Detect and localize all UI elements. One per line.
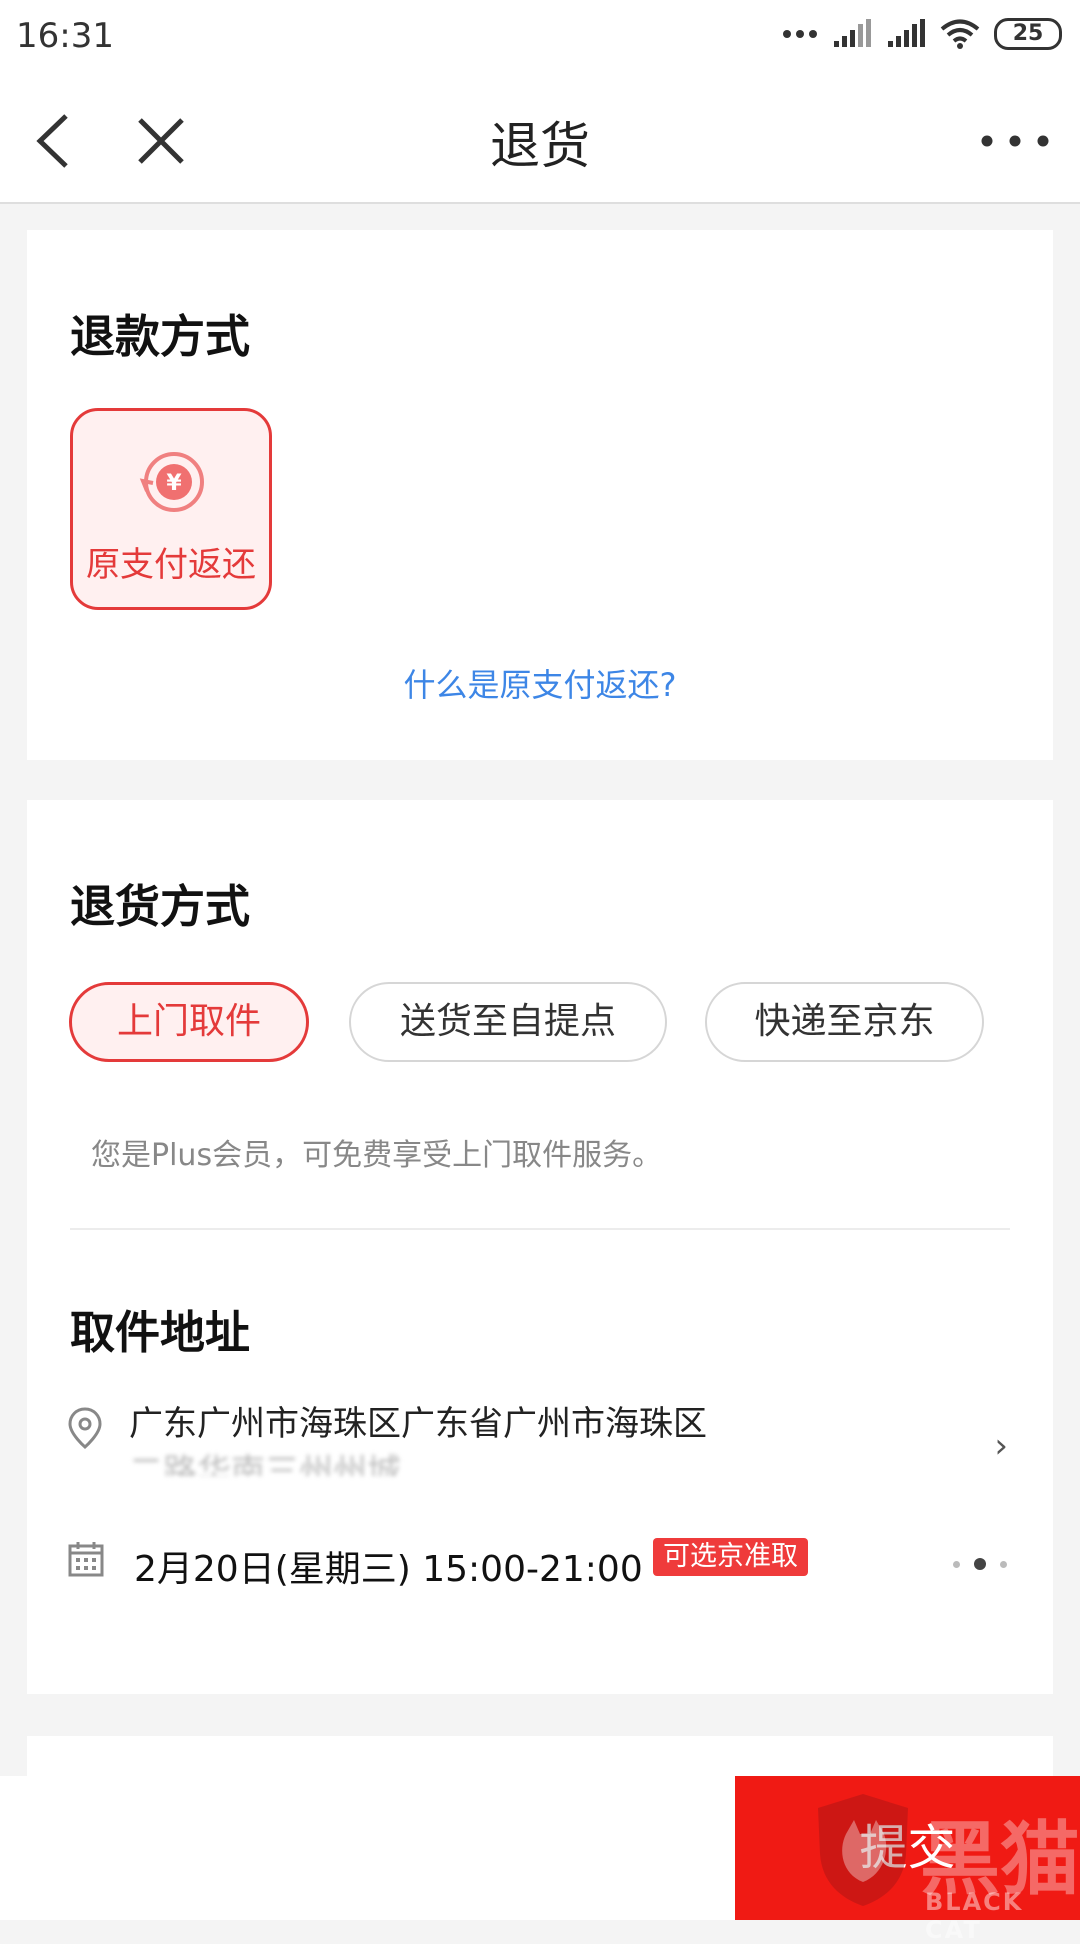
svg-text:¥: ¥ [166,471,182,496]
refund-method-card: 退款方式 ¥ 原支付返还 什么是原支付返还? [27,230,1053,760]
divider [70,1228,1010,1230]
pickup-time[interactable]: 2月20日(星期三) 15:00-21:00 [134,1540,643,1592]
return-option-home-pickup[interactable]: 上门取件 [69,982,309,1062]
refund-option-label: 原支付返还 [86,545,256,585]
battery-icon: 25 [994,18,1062,50]
return-option-pickup-point[interactable]: 送货至自提点 [349,982,667,1062]
jingzhunqu-badge: 可选京准取 [653,1538,808,1576]
refund-option-original-payment[interactable]: ¥ 原支付返还 [70,408,272,610]
pagination-dot [1000,1560,1007,1568]
yuan-refund-icon: ¥ [139,452,204,512]
more-dots-icon [981,135,1049,147]
page-title: 退货 [490,117,590,175]
section-heading: 退货方式 [70,880,251,933]
return-method-card: 退货方式 上门取件 送货至自提点 快递至京东 您是Plus会员，可免费享受上门取… [27,800,1053,1694]
signal-icon [834,19,871,47]
refund-help-link[interactable]: 什么是原支付返还? [27,660,1053,706]
nav-bar: 退货 [0,76,1080,204]
pagination-dots [953,1558,1007,1570]
watermark-subtext: BLACK CAT [925,1888,1024,1944]
status-bar: 16:31 25 [0,0,1080,76]
wifi-icon [940,19,980,49]
more-dots-icon [783,30,817,38]
next-card [27,1736,1053,1776]
chevron-right-icon[interactable]: › [994,1426,1008,1466]
return-option-express[interactable]: 快递至京东 [705,982,984,1062]
status-icons: 25 [782,18,1062,50]
pickup-address[interactable]: 广东广州市海珠区广东省广州市海珠区 二路华南三州州城 [129,1400,829,1476]
section-heading: 取件地址 [70,1306,251,1359]
signal-icon [888,19,925,47]
status-time: 16:31 [16,16,114,56]
location-pin-icon [68,1407,102,1449]
pagination-dot [953,1560,960,1568]
pagination-dot-active [974,1558,986,1570]
pickup-address-detail: 二路华南三州州城 [129,1452,401,1476]
black-cat-shield-logo [818,1794,908,1906]
pickup-address-text: 广东广州市海珠区广东省广州市海珠区 [129,1404,707,1444]
section-heading: 退款方式 [70,310,251,363]
calendar-icon [68,1542,104,1577]
plus-member-note: 您是Plus会员，可免费享受上门取件服务。 [91,1138,663,1173]
more-button[interactable] [975,106,1055,176]
